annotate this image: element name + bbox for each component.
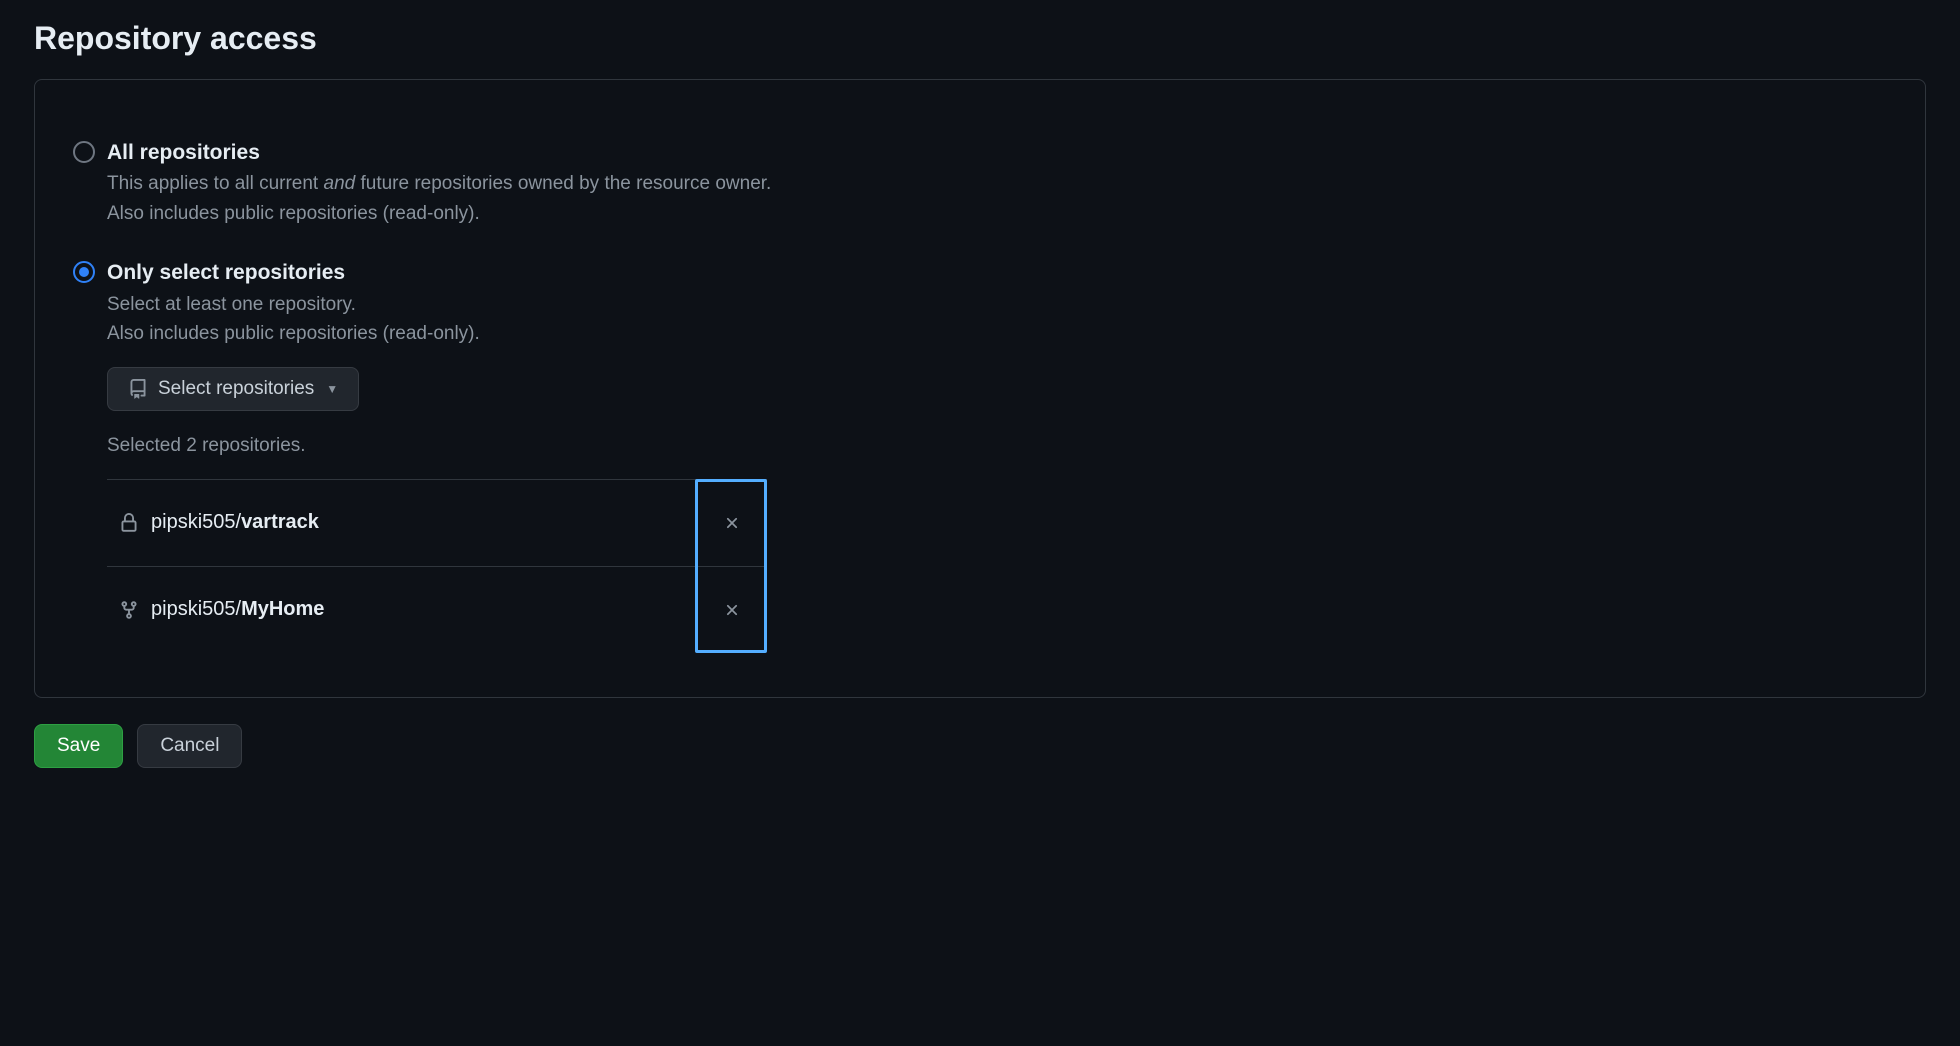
repo-slug: MyHome [241,598,324,620]
save-button[interactable]: Save [34,724,123,768]
desc-select-line2: Also includes public repositories (read-… [107,323,480,344]
desc-select-line1: Select at least one repository. [107,294,356,315]
desc-text-em: and [324,173,356,194]
remove-repo-button[interactable] [701,494,763,552]
radio-select-label: Only select repositories [107,258,1887,287]
fork-icon [119,600,139,620]
repo-icon [128,379,148,399]
desc-text-pre: This applies to all current [107,173,324,194]
repo-owner: pipski505/ [151,511,241,533]
lock-icon [119,513,139,533]
action-buttons: Save Cancel [34,724,1926,768]
radio-all-label: All repositories [107,138,1887,167]
repository-access-panel: All repositories This applies to all cur… [34,79,1926,698]
repo-slug: vartrack [241,511,319,533]
radio-inner-dot [79,267,89,277]
repo-name: pipski505/MyHome [151,598,324,621]
radio-option-select-repositories[interactable]: Only select repositories Select at least… [73,258,1887,652]
selected-count-hint: Selected 2 repositories. [107,435,1887,457]
repo-name: pipski505/vartrack [151,511,319,534]
caret-down-icon: ▼ [326,382,338,396]
repo-owner: pipski505/ [151,598,241,620]
close-icon [723,514,741,532]
select-repositories-label: Select repositories [158,378,314,400]
repo-row-left: pipski505/MyHome [119,598,324,621]
radio-all-description: This applies to all current and future r… [107,169,1887,228]
radio-select-repositories[interactable] [73,261,95,283]
repo-row-left: pipski505/vartrack [119,511,319,534]
remove-repo-button[interactable] [701,581,763,639]
select-repositories-button[interactable]: Select repositories ▼ [107,367,359,411]
desc-text-post: future repositories owned by the resourc… [355,173,771,194]
selected-repo-list: pipski505/vartrack pipski505/MyHome [107,479,767,653]
desc-text-line2: Also includes public repositories (read-… [107,203,480,224]
cancel-button[interactable]: Cancel [137,724,242,768]
radio-all-repositories[interactable] [73,141,95,163]
close-icon [723,601,741,619]
page-title: Repository access [34,20,1926,57]
repo-row: pipski505/vartrack [107,479,767,566]
radio-select-description: Select at least one repository. Also inc… [107,290,1887,349]
radio-option-all-repositories[interactable]: All repositories This applies to all cur… [73,138,1887,228]
radio-select-content: Only select repositories Select at least… [107,258,1887,652]
radio-all-content: All repositories This applies to all cur… [107,138,1887,228]
repo-row: pipski505/MyHome [107,566,767,653]
